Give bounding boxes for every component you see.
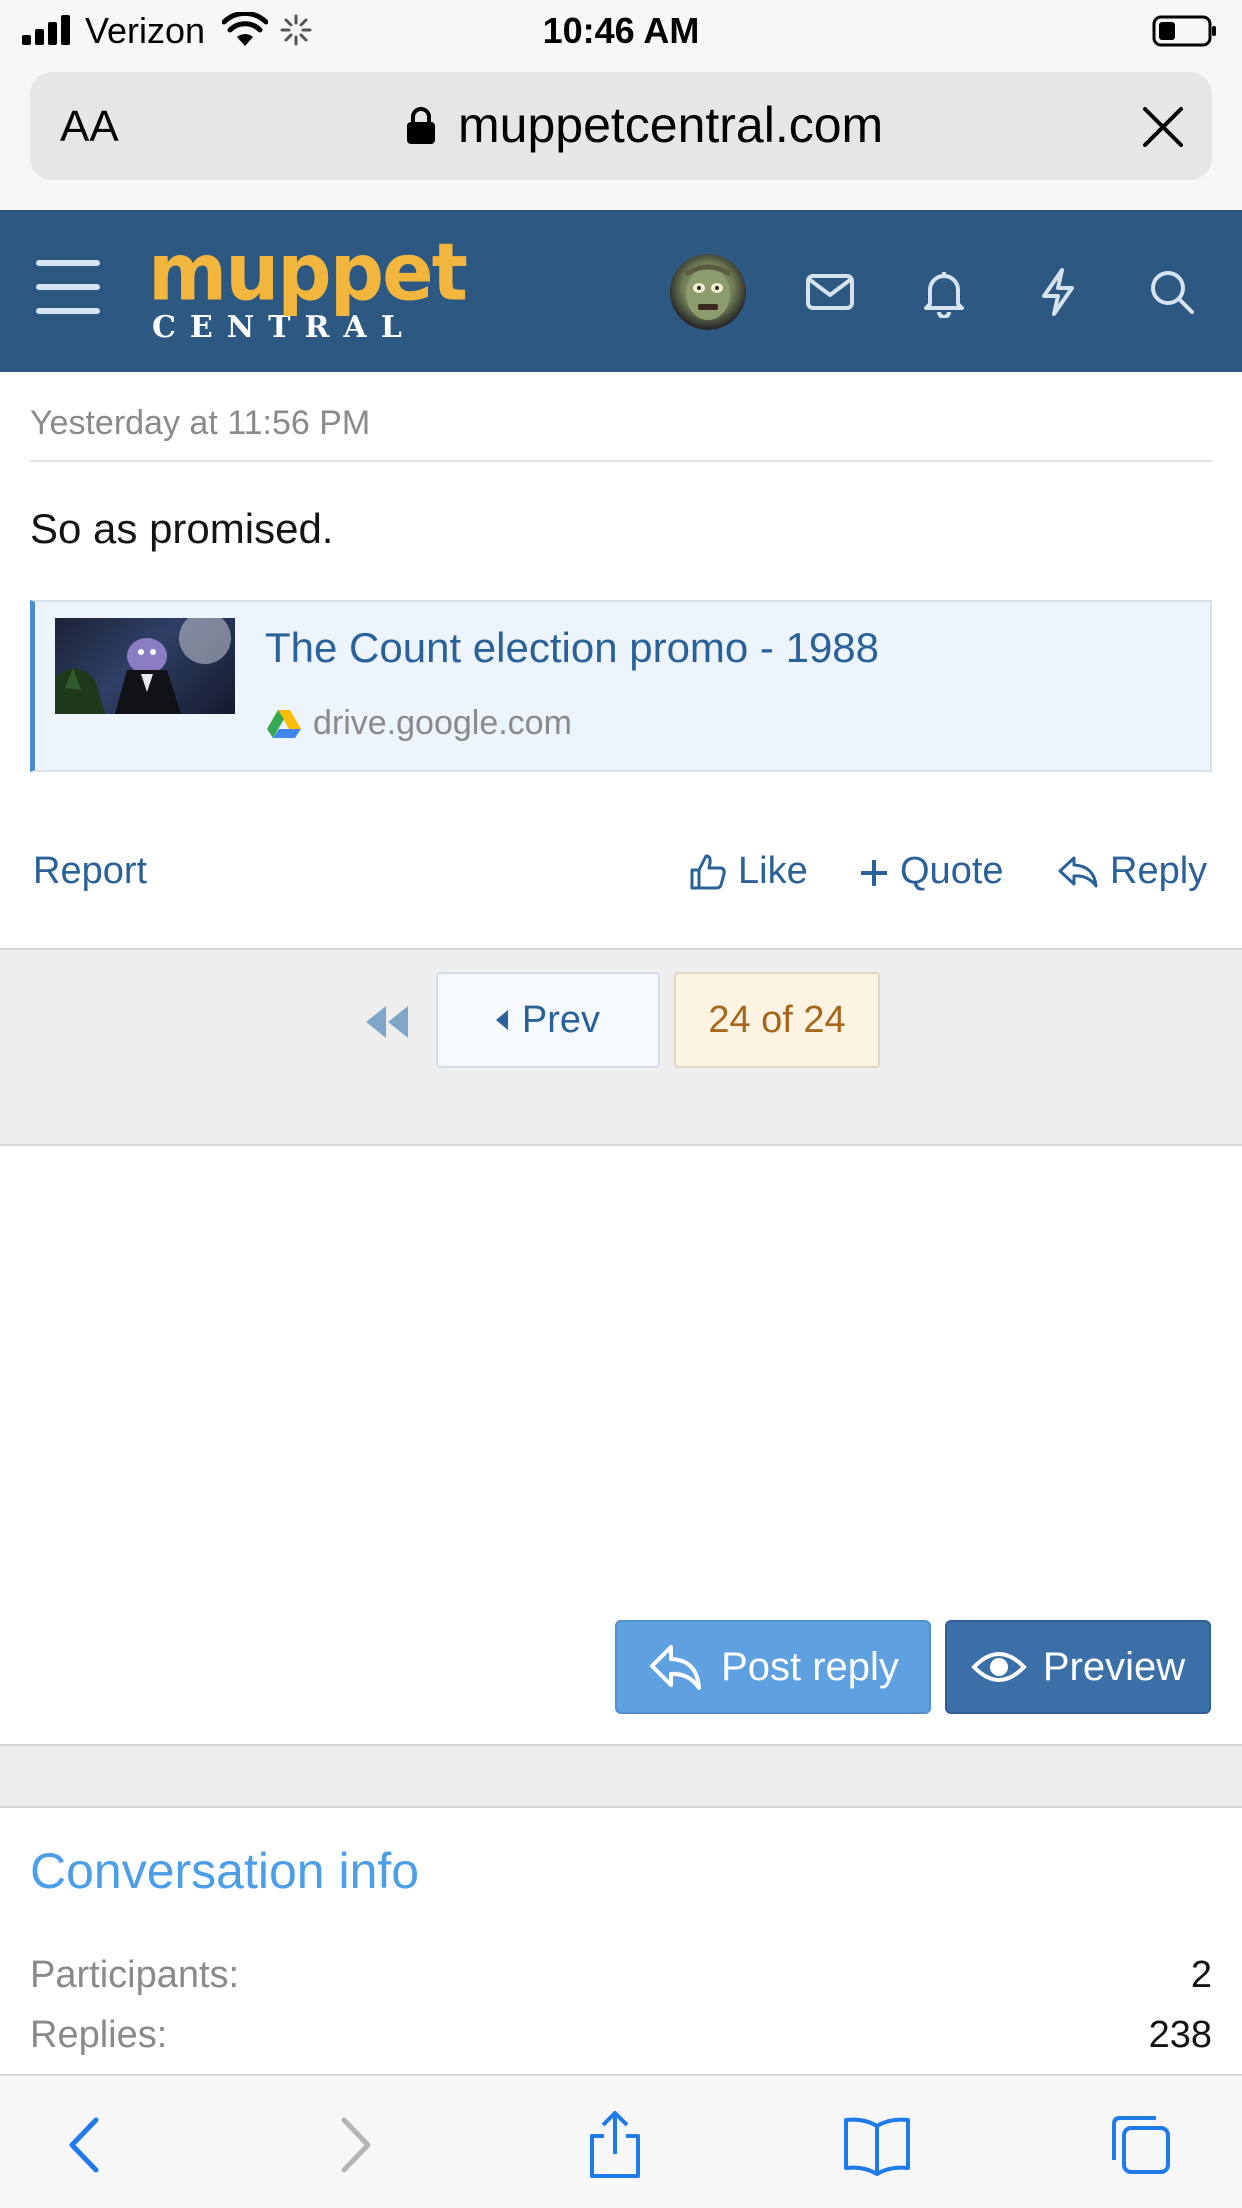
bell-icon[interactable] xyxy=(918,266,970,318)
report-link[interactable]: Report xyxy=(33,850,147,893)
reply-button[interactable]: Reply xyxy=(1056,850,1207,893)
quote-button[interactable]: Quote xyxy=(858,850,1004,893)
address-bar[interactable]: AA muppetcentral.com xyxy=(30,72,1212,180)
embed-title[interactable]: The Count election promo - 1988 xyxy=(265,624,879,672)
tabs-icon[interactable] xyxy=(1106,2110,1176,2180)
embed-domain: drive.google.com xyxy=(313,704,572,742)
back-icon[interactable] xyxy=(52,2110,122,2180)
menu-icon[interactable] xyxy=(36,260,100,322)
pagination-bar: Prev 24 of 24 xyxy=(0,948,1242,1146)
search-icon[interactable] xyxy=(1146,266,1198,318)
conversation-info-title: Conversation info xyxy=(30,1843,420,1899)
site-logo[interactable]: muppet CENTRAL xyxy=(148,232,468,350)
section-separator xyxy=(0,1744,1242,1808)
plus-icon xyxy=(861,859,887,886)
browser-toolbar xyxy=(0,2074,1242,2208)
avatar[interactable] xyxy=(670,254,746,330)
url-domain[interactable]: muppetcentral.com xyxy=(458,96,883,154)
close-icon[interactable] xyxy=(1140,104,1186,150)
google-drive-icon xyxy=(267,710,301,738)
post-reply-button[interactable]: Post reply xyxy=(615,1620,931,1714)
prev-page-button[interactable]: Prev xyxy=(436,972,660,1068)
site-header: muppet CENTRAL xyxy=(0,210,1242,372)
reply-icon xyxy=(650,1645,702,1690)
bookmarks-icon[interactable] xyxy=(842,2110,912,2180)
preview-button[interactable]: Preview xyxy=(945,1620,1211,1714)
bolt-icon[interactable] xyxy=(1032,266,1084,318)
divider xyxy=(30,460,1212,462)
reply-icon xyxy=(1058,856,1098,887)
lock-icon xyxy=(407,107,435,144)
chevron-left-icon xyxy=(495,1010,508,1030)
share-icon[interactable] xyxy=(580,2110,650,2180)
post-timestamp[interactable]: Yesterday at 11:56 PM xyxy=(30,404,370,443)
embed-thumbnail[interactable] xyxy=(55,618,235,714)
page-indicator[interactable]: 24 of 24 xyxy=(674,972,880,1068)
like-button[interactable]: Like xyxy=(688,850,808,893)
battery-icon xyxy=(1152,15,1216,47)
post-actions: Report Like Quote Reply xyxy=(0,850,1242,910)
reader-settings-button[interactable]: AA xyxy=(60,102,119,152)
forward-icon[interactable] xyxy=(318,2110,388,2180)
clock: 10:46 AM xyxy=(542,10,700,51)
status-bar: Verizon 10:46 AM xyxy=(0,0,1242,62)
eye-icon xyxy=(971,1652,1027,1682)
browser-chrome: AA muppetcentral.com xyxy=(0,62,1242,210)
first-page-icon[interactable] xyxy=(362,1002,412,1042)
post-body: So as promised. xyxy=(30,505,334,552)
link-embed[interactable]: The Count election promo - 1988 drive.go… xyxy=(30,600,1212,772)
thumbs-up-icon xyxy=(690,854,726,889)
mail-icon[interactable] xyxy=(804,266,856,318)
